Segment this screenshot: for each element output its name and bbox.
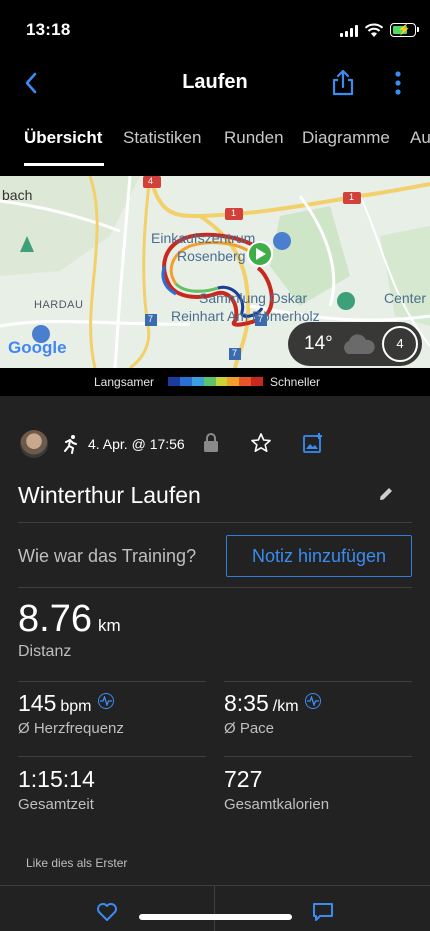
heart-icon	[97, 903, 117, 921]
weather-badge: 14° 4	[288, 322, 422, 366]
google-logo: Google	[8, 338, 67, 357]
tab-statistiken[interactable]: Statistiken	[123, 128, 201, 148]
home-indicator[interactable]	[139, 914, 292, 920]
pace-legend-bar	[168, 377, 263, 386]
comment-button[interactable]	[312, 902, 334, 922]
map-label: Sammlung Oskar	[199, 290, 308, 306]
wind-indicator: 4	[382, 326, 418, 362]
add-photo-icon[interactable]	[302, 432, 324, 454]
divider	[18, 587, 412, 588]
divider	[18, 681, 206, 682]
pace-label: Ø Pace	[224, 720, 275, 737]
tab-more[interactable]: Au	[410, 128, 430, 148]
share-button[interactable]	[330, 68, 356, 98]
heart-rate-value: 145	[18, 690, 57, 716]
comment-icon	[313, 903, 333, 921]
divider	[224, 681, 412, 682]
heart-rate-info-icon[interactable]	[97, 693, 114, 709]
road-number: 4	[148, 176, 154, 186]
map-label: Center	[384, 290, 427, 306]
status-time: 13:18	[26, 20, 71, 39]
distance-stat: 8.76 km	[18, 598, 121, 641]
road-number: 7	[232, 348, 238, 358]
activity-details-panel	[0, 396, 430, 931]
wifi-icon	[364, 22, 384, 38]
map-label: Rosenberg	[177, 248, 246, 264]
cloud-icon	[344, 334, 375, 354]
legend-slow-label: Langsamer	[94, 375, 155, 389]
active-tab-indicator	[24, 163, 104, 166]
map-label: HARDAU	[34, 299, 84, 311]
heart-rate-stat: 145 bpm	[18, 690, 114, 717]
training-question: Wie war das Training?	[18, 546, 197, 566]
running-icon	[60, 434, 80, 454]
pace-unit: /km	[272, 698, 299, 715]
cellular-signal-icon	[340, 25, 358, 37]
page-title: Laufen	[182, 71, 248, 93]
add-note-button[interactable]: Notiz hinzufügen	[226, 535, 412, 577]
distance-unit: km	[97, 616, 121, 635]
divider	[224, 756, 412, 757]
pace-info-icon[interactable]	[304, 693, 321, 709]
tab-uebersicht[interactable]: Übersicht	[24, 128, 102, 148]
road-number: 1	[231, 208, 237, 218]
divider	[214, 885, 215, 931]
calories-label: Gesamtkalorien	[224, 796, 330, 813]
map-label: bach	[2, 187, 33, 203]
distance-value: 8.76	[18, 598, 92, 640]
pace-value: 8:35	[224, 690, 269, 716]
like-prompt: Like dies als Erster	[26, 856, 128, 870]
more-options-button[interactable]	[388, 68, 408, 98]
map-label: Reinhart Am Römerholz	[171, 308, 320, 324]
more-vertical-icon	[395, 71, 401, 95]
tab-runden[interactable]: Runden	[224, 128, 284, 148]
divider	[18, 756, 206, 757]
edit-pencil-icon[interactable]	[377, 485, 395, 503]
distance-label: Distanz	[18, 643, 72, 660]
total-time-label: Gesamtzeit	[18, 796, 94, 813]
bottom-action-bar	[0, 885, 430, 931]
tab-diagramme[interactable]: Diagramme	[302, 128, 390, 148]
map-label: Einkaufszentrum	[151, 230, 256, 246]
lock-icon[interactable]	[202, 433, 220, 453]
divider	[18, 522, 412, 523]
activity-name: Winterthur Laufen	[18, 482, 201, 508]
favorite-star-icon[interactable]	[250, 432, 272, 454]
avatar[interactable]	[20, 430, 48, 458]
heart-rate-label: Ø Herzfrequenz	[18, 720, 124, 737]
total-time-value: 1:15:14	[18, 766, 95, 792]
share-icon	[332, 69, 354, 96]
road-number: 7	[258, 314, 264, 324]
heart-rate-unit: bpm	[60, 698, 92, 715]
activity-date: 4. Apr. @ 17:56	[88, 436, 185, 452]
pace-stat: 8:35/km	[224, 690, 321, 717]
road-number: 1	[349, 192, 355, 202]
calories-value: 727	[224, 766, 263, 792]
like-button[interactable]	[96, 902, 118, 922]
battery-charging-icon: ⚡	[390, 23, 419, 37]
legend-fast-label: Schneller	[270, 375, 321, 389]
temperature: 14°	[304, 333, 333, 354]
tab-bar: Übersicht Statistiken Runden Diagramme A…	[0, 120, 430, 168]
road-number: 7	[148, 314, 154, 324]
